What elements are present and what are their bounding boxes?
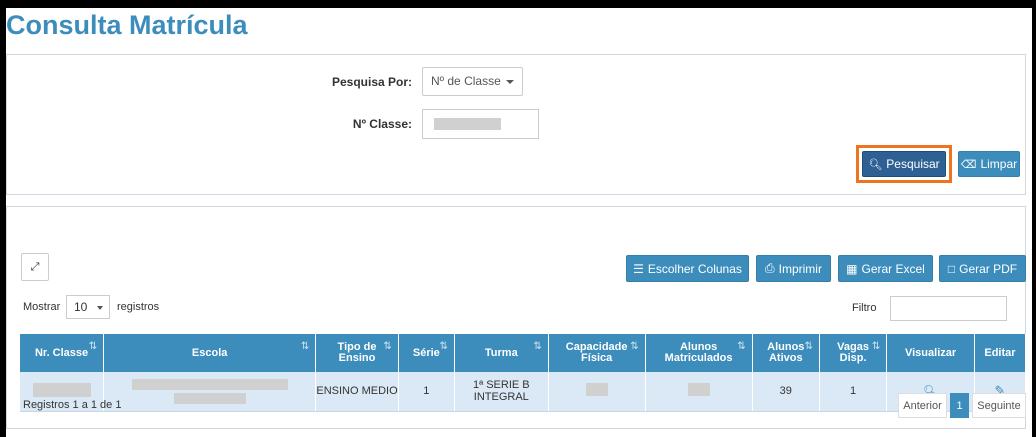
search-by-value: Nº de Classe: [431, 74, 501, 88]
cell-matriculados: [645, 372, 753, 412]
choose-columns-button[interactable]: ☰ Escolher Colunas: [626, 255, 749, 282]
excel-button[interactable]: ▦ Gerar Excel: [838, 255, 933, 282]
previous-page-button[interactable]: Anterior: [898, 393, 947, 418]
print-icon: ⎙: [765, 261, 775, 275]
chevron-down-icon: [97, 306, 103, 310]
class-number-input[interactable]: [422, 109, 539, 139]
search-by-select[interactable]: Nº de Classe: [422, 67, 523, 96]
results-table: Nr. Classe ⇅ Escola ⇅ Tipo de Ensino ⇅ Séri…: [20, 334, 1027, 412]
table-header-row: Nr. Classe ⇅ Escola ⇅ Tipo de Ensino ⇅ Séri…: [20, 334, 1027, 372]
sort-icon: ⇅: [533, 341, 542, 352]
page-size-select[interactable]: 10: [66, 295, 110, 319]
header-turma[interactable]: Turma ⇅: [454, 334, 549, 372]
header-serie[interactable]: Série ⇅: [398, 334, 455, 372]
header-nr-classe[interactable]: Nr. Classe ⇅: [20, 334, 105, 372]
cell-turma: 1ª SERIE B INTEGRAL: [454, 372, 549, 412]
header-visualizar: Visualizar: [886, 334, 975, 372]
cell-tipo-ensino: ENSINO MEDIO: [315, 372, 399, 412]
class-number-label: Nº Classe:: [352, 117, 412, 131]
cell-capacidade: [548, 372, 646, 412]
table-row[interactable]: ENSINO MEDIO 1 1ª SERIE B INTEGRAL 39 1 …: [20, 372, 1027, 412]
file-icon: □: [947, 261, 956, 276]
records-label: registros: [117, 301, 160, 313]
table-icon: ▦: [846, 261, 858, 276]
list-icon: ☰: [633, 261, 644, 276]
sort-icon: ⇅: [88, 341, 98, 352]
search-by-label: Pesquisa Por:: [331, 75, 412, 89]
header-capacidade[interactable]: Capacidade Física ⇅: [548, 334, 646, 372]
sort-icon: ⇅: [300, 341, 310, 352]
sort-icon: ⇅: [737, 341, 746, 352]
search-icon: 🔍︎: [868, 158, 883, 171]
sort-icon: ⇅: [383, 341, 392, 352]
header-tipo-ensino[interactable]: Tipo de Ensino ⇅: [315, 334, 399, 372]
filter-input[interactable]: [890, 296, 1007, 321]
sort-icon: ⇅: [439, 341, 448, 352]
current-page-button[interactable]: 1: [950, 393, 969, 418]
cell-vagas: 1: [819, 372, 888, 412]
cell-escola: [103, 372, 317, 412]
sort-icon: ⇅: [804, 341, 813, 352]
cell-alunos-ativos: 39: [752, 372, 820, 412]
records-summary: Registros 1 a 1 de 1: [23, 399, 122, 411]
show-label: Mostrar: [23, 301, 61, 313]
chevron-down-icon: [506, 80, 514, 84]
pdf-button[interactable]: □ Gerar PDF: [939, 255, 1026, 282]
header-editar: Editar: [974, 334, 1027, 372]
filter-label: Filtro: [852, 302, 877, 314]
sort-icon: ⇅: [871, 341, 881, 352]
search-button[interactable]: 🔍︎ Pesquisar: [862, 151, 946, 177]
print-button[interactable]: ⎙ Imprimir: [756, 255, 831, 282]
page-title: Consulta Matrícula: [6, 10, 248, 40]
clear-button[interactable]: ⌫ Limpar: [958, 151, 1020, 177]
header-ativos[interactable]: Alunos Ativos ⇅: [752, 334, 820, 372]
next-page-button[interactable]: Seguinte: [972, 393, 1026, 418]
header-escola[interactable]: Escola ⇅: [103, 334, 317, 372]
sort-icon: ⇅: [630, 341, 639, 352]
redacted-value: [434, 118, 501, 130]
header-vagas[interactable]: Vagas Disp. ⇅: [819, 334, 888, 372]
expand-icon[interactable]: ⤢: [21, 253, 49, 281]
cell-serie: 1: [398, 372, 455, 412]
header-matriculados[interactable]: Alunos Matriculados ⇅: [645, 334, 753, 372]
eraser-icon: ⌫: [960, 158, 977, 171]
